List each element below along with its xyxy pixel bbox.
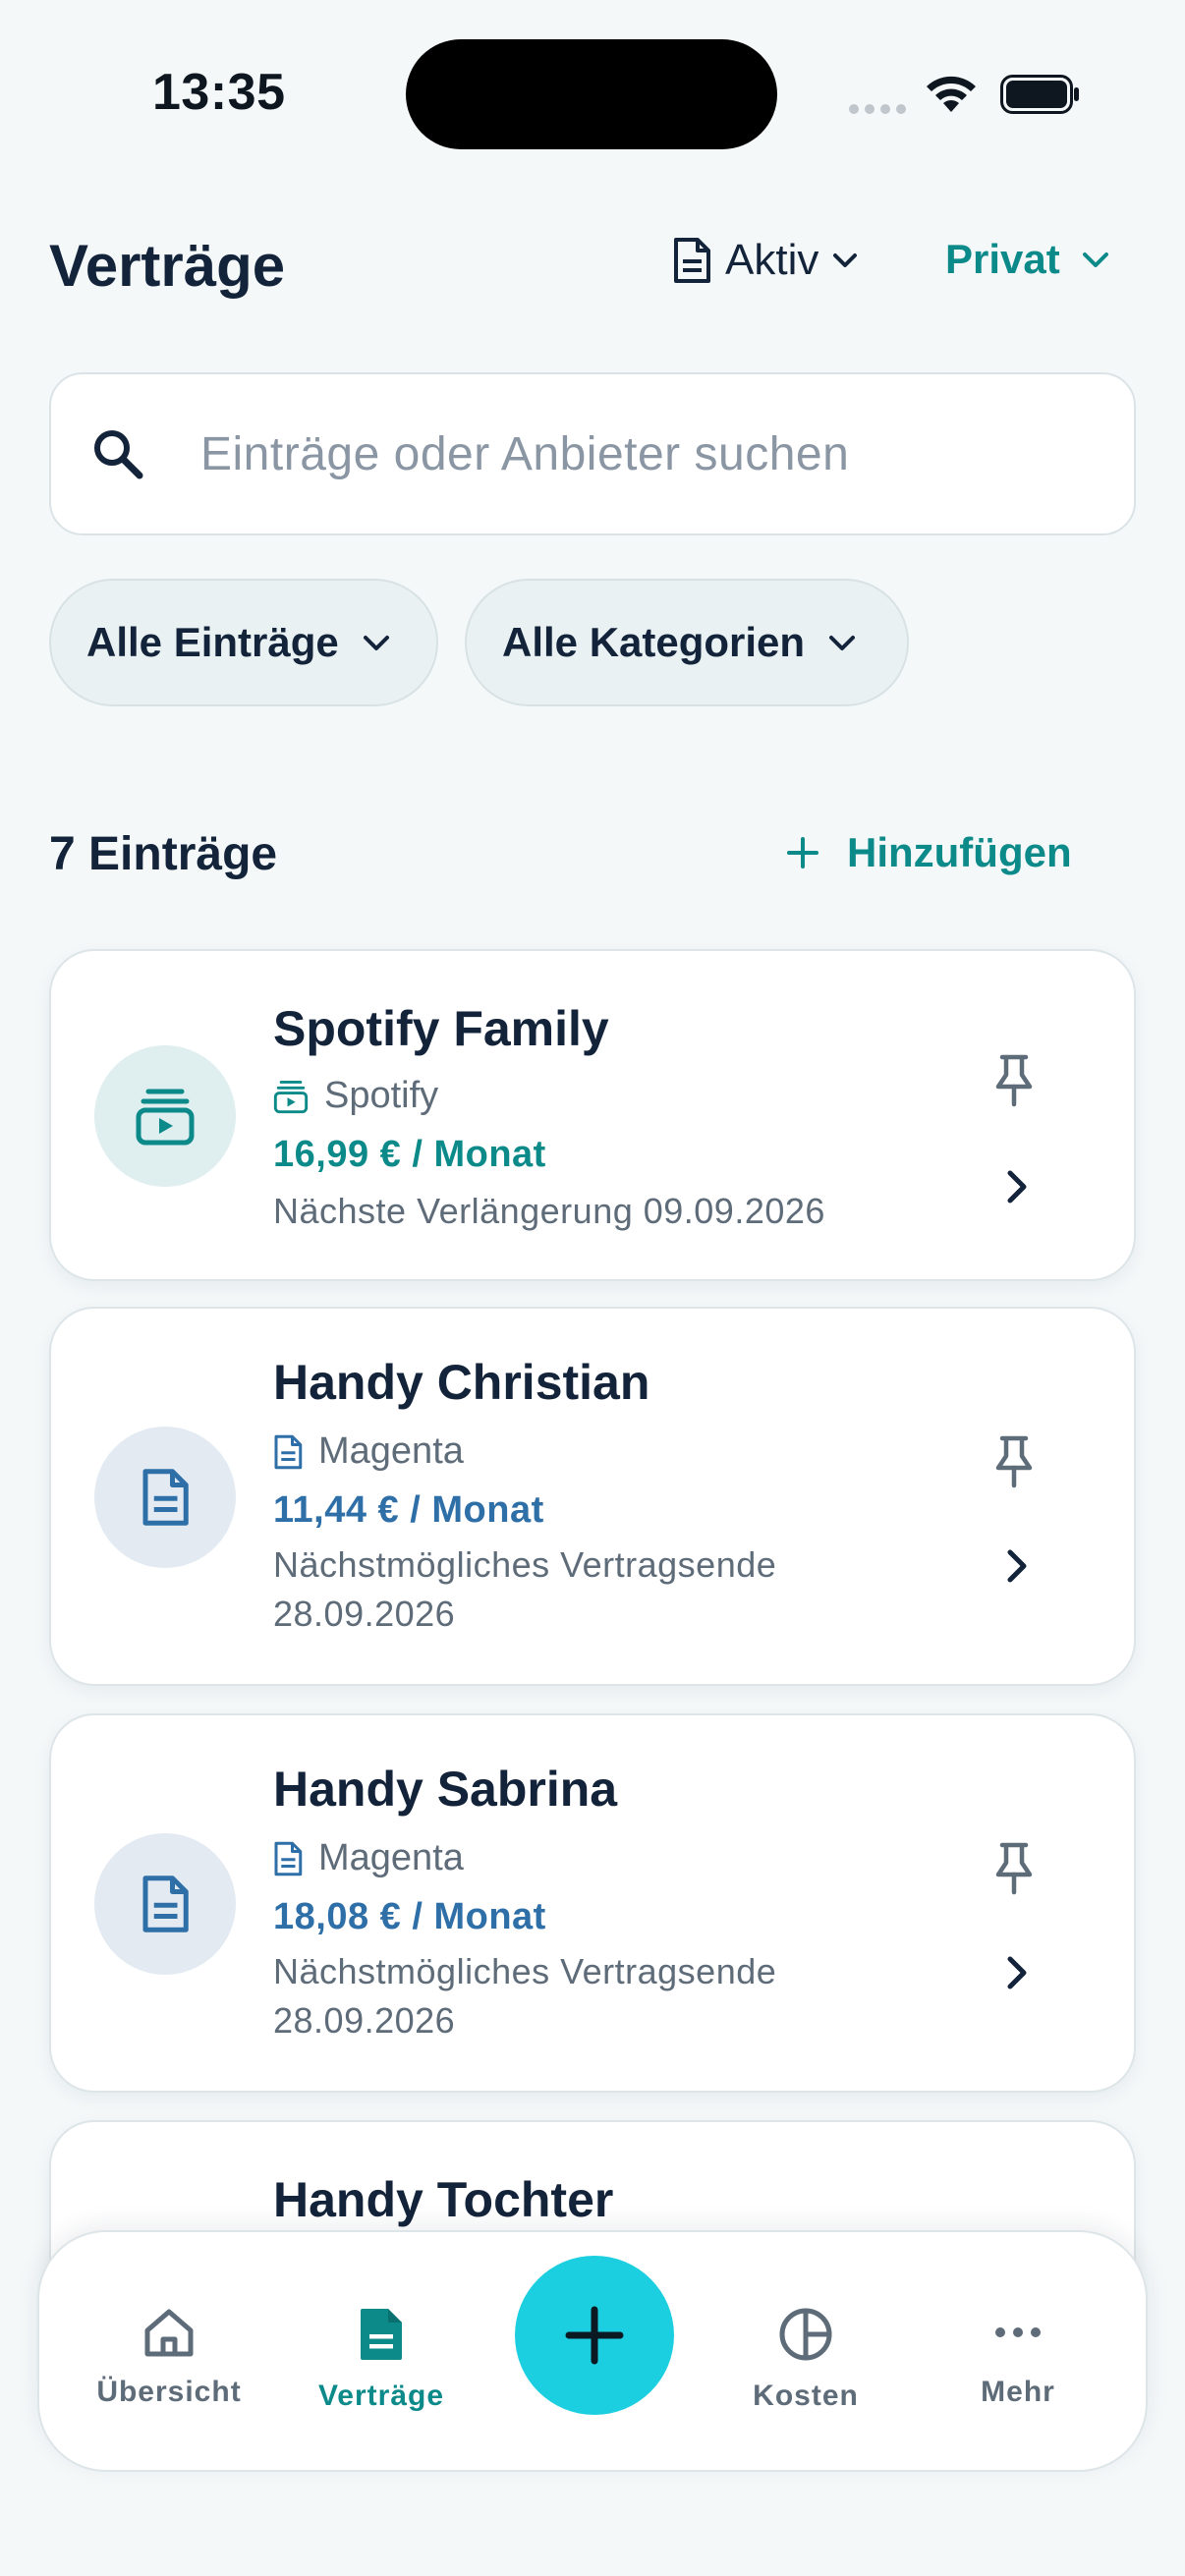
card-price: 18,08 € / Monat [273,1896,546,1937]
nav-item-costs[interactable]: Kosten [707,2307,904,2413]
nav-label: Verträge [317,2380,445,2412]
pin-icon[interactable] [992,1053,1036,1108]
pie-chart-icon [779,2308,832,2361]
search-input[interactable] [200,426,1085,481]
chevron-right-icon [1007,1170,1027,1204]
status-filter-dropdown[interactable]: Aktiv [672,236,858,285]
contract-card[interactable]: Handy Christian Magenta 11,44 € / Monat … [49,1307,1136,1686]
document-icon [142,1876,189,1932]
card-icon-circle [94,1427,236,1568]
add-entry-button[interactable]: Hinzufügen [786,829,1072,876]
nav-item-more[interactable]: Mehr [920,2307,1116,2409]
card-price: 16,99 € / Monat [273,1134,546,1175]
chevron-right-icon [1007,1549,1027,1583]
card-title: Handy Christian [273,1355,650,1410]
document-icon [274,1841,303,1876]
document-icon [674,238,710,283]
battery-icon [1000,75,1079,114]
status-time: 13:35 [152,64,286,121]
chevron-down-icon [363,636,389,650]
nav-label: Kosten [753,2380,859,2412]
nav-label: Übersicht [96,2376,242,2408]
document-icon [361,2309,402,2360]
entries-filter-chip[interactable]: Alle Einträge [49,579,438,706]
nav-label: Mehr [981,2376,1055,2408]
subscription-icon [136,1089,195,1146]
chevron-down-icon [829,636,856,650]
pin-icon[interactable] [992,1841,1036,1896]
contract-card[interactable]: Handy Sabrina Magenta 18,08 € / Monat Nä… [49,1713,1136,2093]
card-title: Handy Tochter [273,2172,614,2227]
chevron-down-icon [1082,252,1108,267]
pin-icon[interactable] [992,1434,1036,1489]
profile-label: Privat [945,236,1060,282]
dynamic-island [406,39,777,149]
more-dots-icon [995,2327,1041,2337]
document-icon [142,1469,189,1526]
plus-icon [565,2306,624,2365]
card-detail: Nächste Verlängerung 09.09.2026 [273,1191,825,1231]
document-icon [274,1434,303,1469]
home-icon [144,2309,194,2357]
categories-filter-label: Alle Kategorien [502,619,806,665]
search-bar[interactable] [49,372,1136,535]
entries-filter-label: Alle Einträge [86,619,339,665]
card-title: Handy Sabrina [273,1762,618,1817]
card-price: 11,44 € / Monat [273,1489,544,1531]
cellular-signal-icon [849,104,906,114]
card-provider: Spotify [273,1075,438,1117]
card-icon-circle [94,1833,236,1975]
nav-item-overview[interactable]: Übersicht [71,2307,267,2409]
status-filter-label: Aktiv [725,236,819,284]
chevron-down-icon [833,253,858,267]
plus-icon [787,837,818,868]
add-entry-label: Hinzufügen [847,829,1072,875]
add-fab-button[interactable] [515,2256,674,2415]
provider-name: Magenta [318,1837,464,1878]
entries-count: 7 Einträge [49,828,278,880]
provider-name: Magenta [318,1430,464,1472]
profile-dropdown[interactable]: Privat [945,236,1109,283]
card-provider: Magenta [273,1430,464,1473]
chevron-right-icon [1007,1956,1027,1989]
page-title: Verträge [49,233,286,299]
wifi-icon [927,76,976,112]
card-detail: Nächstmögliches Vertragsende 28.09.2026 [273,1544,777,1634]
search-icon [94,430,143,479]
card-title: Spotify Family [273,1001,609,1056]
categories-filter-chip[interactable]: Alle Kategorien [465,579,909,706]
bottom-nav: Übersicht Verträge Kosten Mehr [37,2230,1148,2472]
card-icon-circle [94,1045,236,1187]
provider-name: Spotify [324,1075,439,1116]
contract-card[interactable]: Spotify Family Spotify 16,99 € / Monat N… [49,949,1136,1281]
nav-item-contracts[interactable]: Verträge [283,2307,480,2413]
subscription-icon [273,1080,309,1113]
card-provider: Magenta [273,1837,464,1879]
card-detail: Nächstmögliches Vertragsende 28.09.2026 [273,1951,777,2041]
